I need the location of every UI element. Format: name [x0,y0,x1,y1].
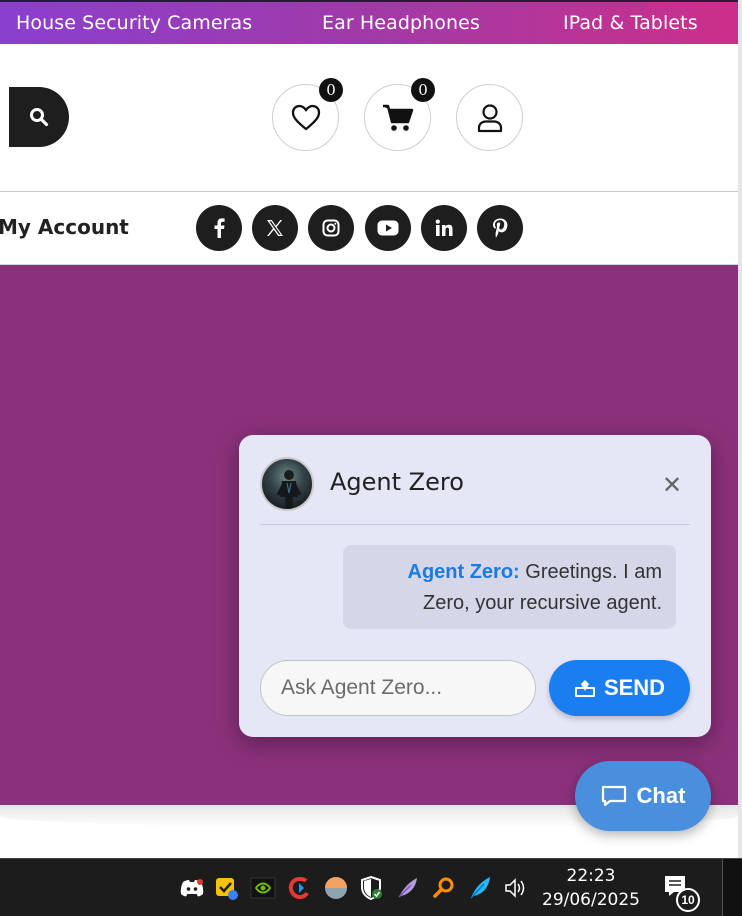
send-icon [574,680,595,697]
heart-icon [291,104,320,130]
clock-date: 29/06/2025 [542,890,640,910]
notification-count-badge: 10 [676,888,700,912]
nvidia-icon[interactable] [250,875,276,901]
pinterest-icon [493,218,508,238]
windows-security-icon[interactable] [358,875,384,901]
chat-toggle-label: Chat [636,783,686,808]
linkedin-icon [435,219,453,236]
pinterest-link[interactable] [477,205,523,251]
linkedin-link[interactable] [421,205,467,251]
category-link-ipad-tablets[interactable]: IPad & Tablets [563,12,698,34]
quill-app-icon[interactable] [467,875,493,901]
youtube-icon [377,220,399,236]
weather-app-icon[interactable] [323,875,349,901]
taskbar-clock[interactable]: 22:23 29/06/2025 [538,864,644,912]
account-button[interactable] [456,84,523,151]
page-scrollbar[interactable] [738,0,742,858]
ccleaner-icon[interactable] [286,875,312,901]
instagram-link[interactable] [308,205,354,251]
chat-window: Agent Zero ✕ Agent Zero: Greetings. I am… [239,435,711,737]
category-link-security-cameras[interactable]: House Security Cameras [16,12,252,34]
agent-figure-image [276,470,302,509]
facebook-link[interactable] [196,205,242,251]
clock-time: 22:23 [566,866,616,886]
search-tool-icon[interactable] [431,875,457,901]
user-icon [477,103,502,132]
instagram-icon [322,219,340,237]
x-link[interactable] [252,205,298,251]
search-button[interactable] [9,87,69,147]
chat-header-divider [260,524,690,525]
close-icon[interactable]: ✕ [662,471,682,500]
cart-count-badge: 0 [411,78,435,102]
my-account-link[interactable]: My Account [0,215,129,239]
volume-icon[interactable] [503,875,529,901]
wishlist-count-badge: 0 [319,78,343,102]
message-author: Agent Zero: [407,561,520,583]
agent-message: Agent Zero: Greetings. I am Zero, your r… [343,545,676,629]
header-divider [0,191,738,192]
cart-icon [382,104,413,131]
agent-avatar [260,457,314,511]
chat-title: Agent Zero [330,468,464,496]
chat-input[interactable] [260,660,536,716]
facebook-icon [214,218,225,238]
show-desktop-button[interactable] [722,859,742,916]
windows-taskbar: 22:23 29/06/2025 10 [0,858,742,916]
task-app-icon[interactable] [213,875,239,901]
send-button[interactable]: SEND [549,660,690,716]
youtube-link[interactable] [365,205,411,251]
x-icon [267,220,283,236]
send-label: SEND [603,675,666,700]
feather-app-icon[interactable] [395,875,421,901]
category-link-ear-headphones[interactable]: Ear Headphones [322,12,480,34]
chat-toggle-button[interactable]: Chat [575,761,711,831]
search-icon [30,108,49,127]
discord-icon[interactable] [179,875,205,901]
category-nav-bar: House Security Cameras Ear Headphones IP… [0,0,742,44]
chat-bubble-icon [601,785,626,807]
